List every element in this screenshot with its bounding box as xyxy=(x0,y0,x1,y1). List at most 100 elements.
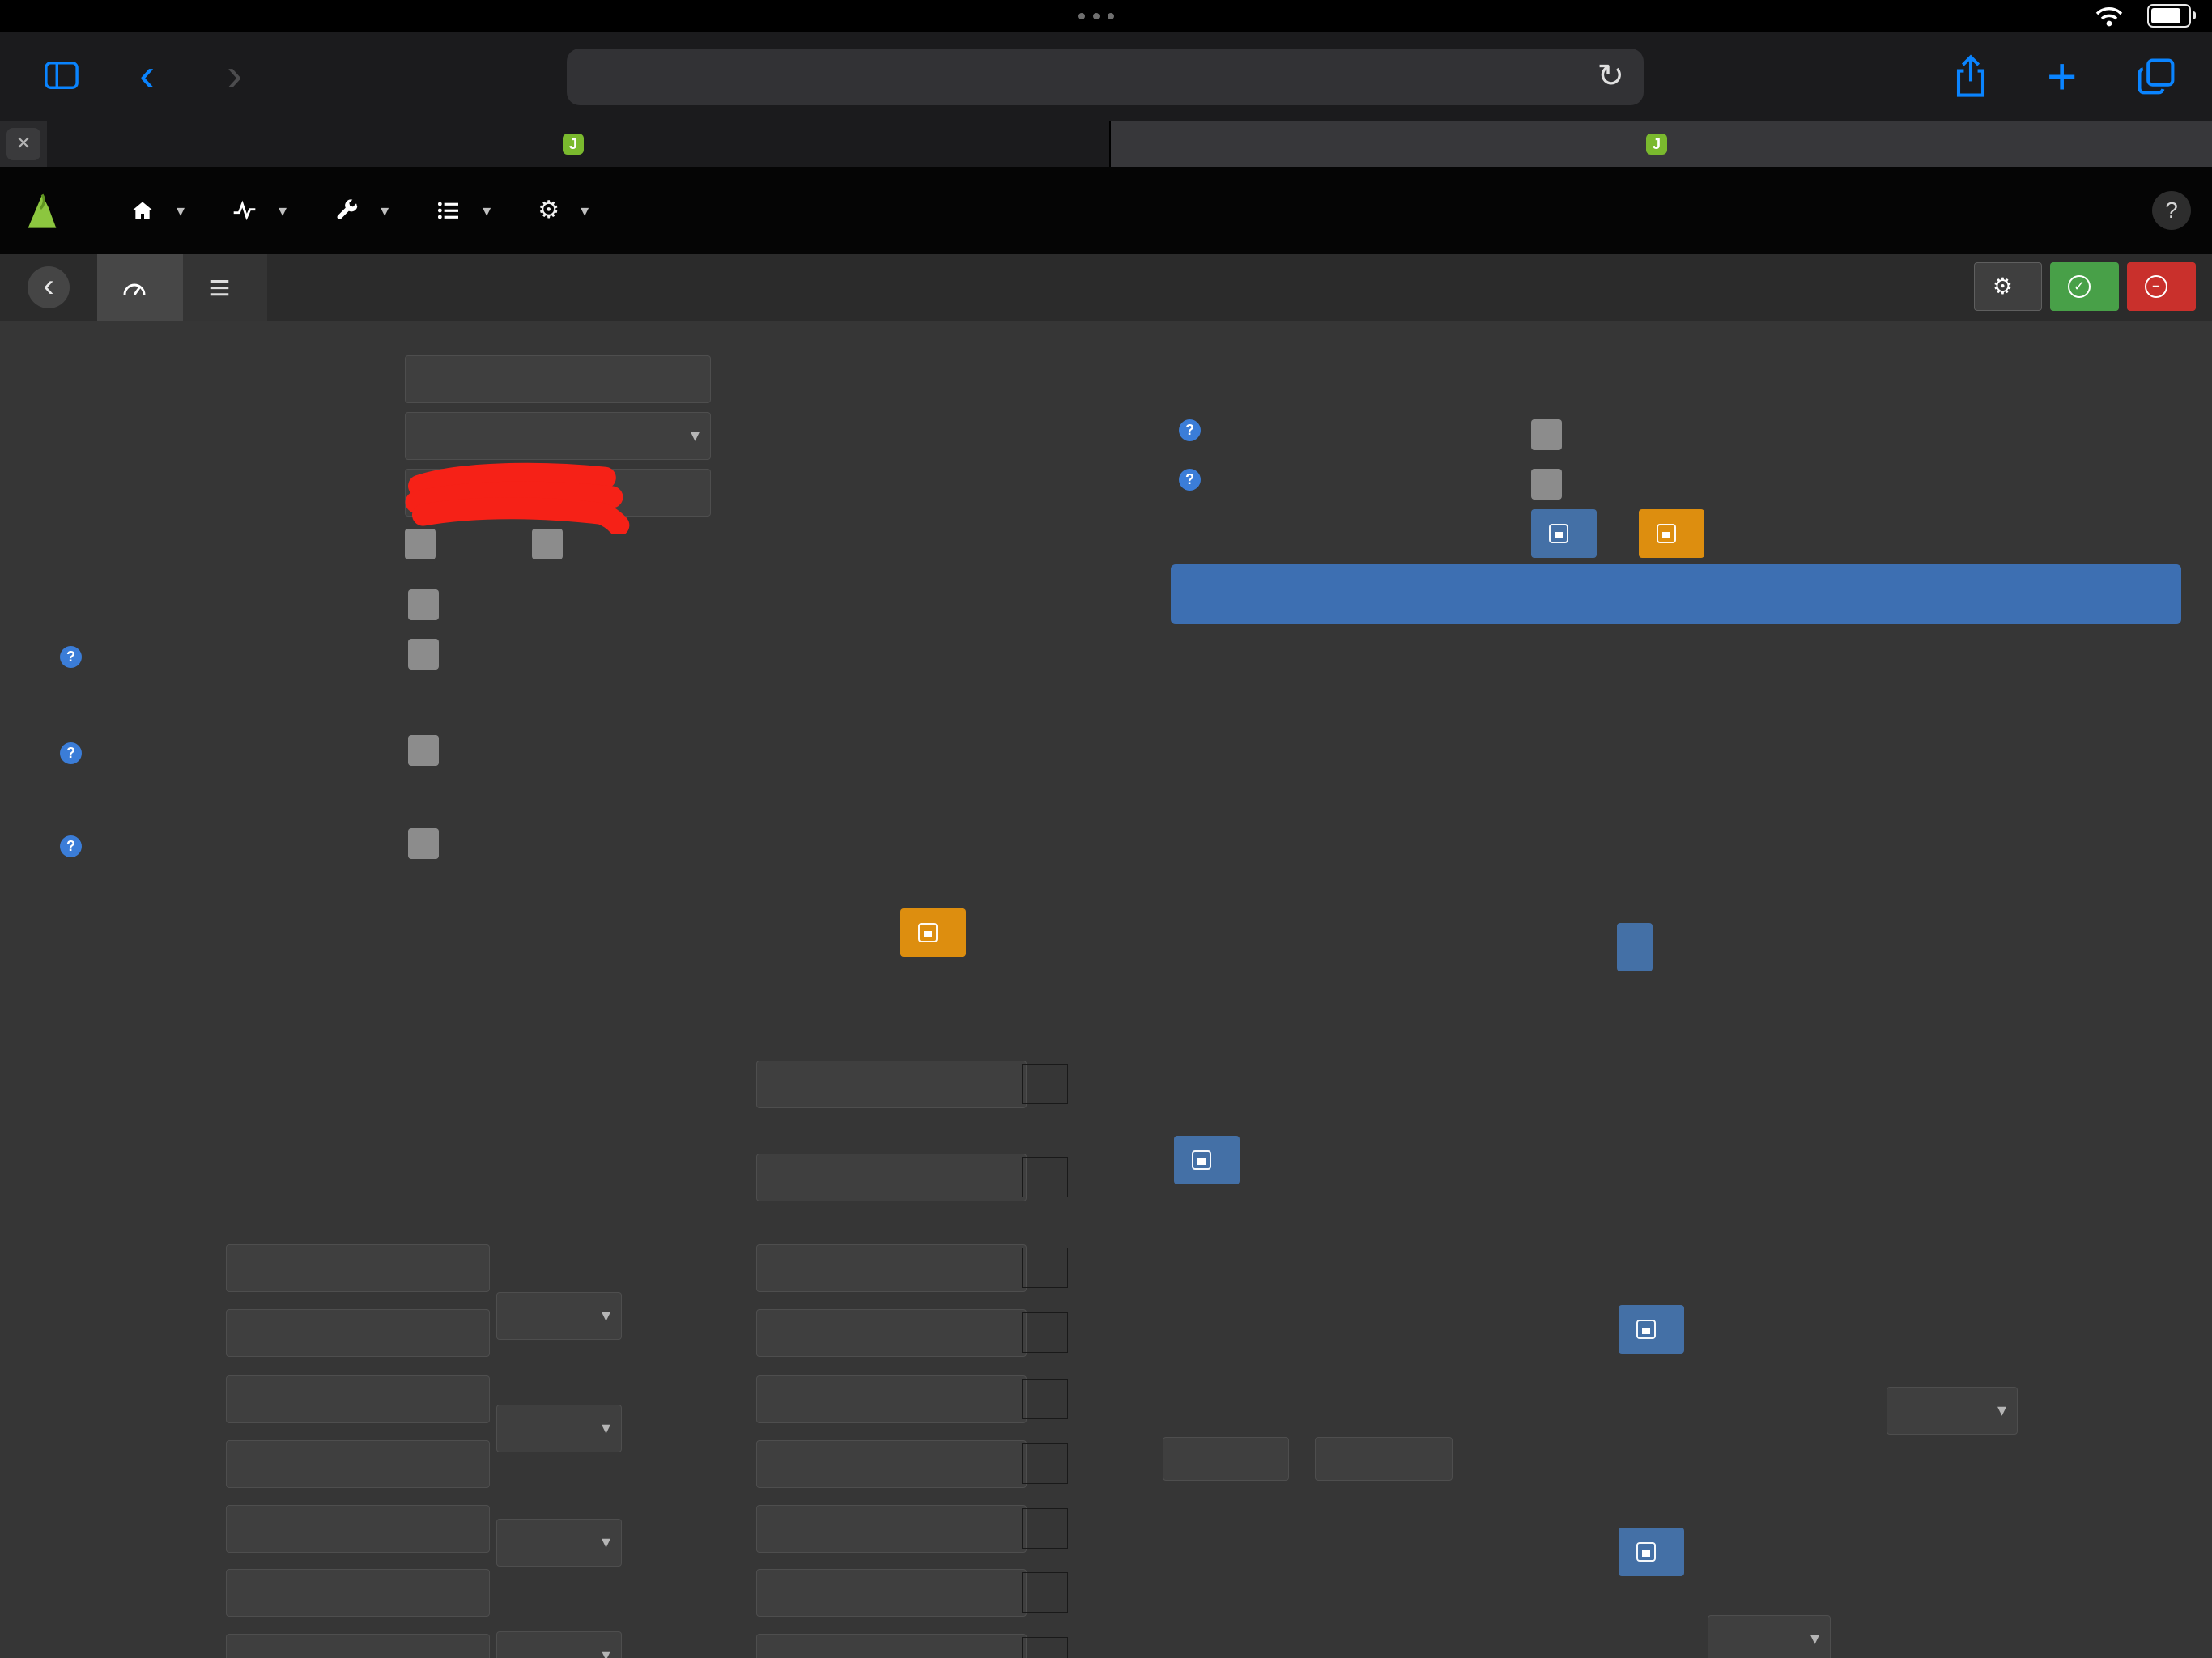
new-tab-button[interactable]: + xyxy=(2047,34,2077,118)
tarif-input[interactable] xyxy=(226,1244,490,1292)
color-swatch[interactable] xyxy=(1022,1064,1068,1104)
tab-commandes[interactable] xyxy=(183,254,267,321)
menu-outils[interactable]: ▾ xyxy=(334,198,389,223)
color-swatch[interactable] xyxy=(1022,1248,1068,1288)
chevron-down-icon: ▾ xyxy=(483,201,491,221)
chevron-down-icon: ▾ xyxy=(602,1520,610,1564)
maintenance-icon xyxy=(1657,524,1676,543)
help-icon[interactable]: ? xyxy=(2152,191,2191,230)
restore-index-select[interactable]: ▾ xyxy=(1708,1615,1831,1658)
tab-teleinfo[interactable]: J xyxy=(47,121,1111,167)
jeedom-logo[interactable] xyxy=(21,189,71,232)
template-checkbox[interactable] xyxy=(408,589,439,620)
delete-files-button[interactable] xyxy=(1174,1136,1240,1184)
prix-input[interactable] xyxy=(756,1309,1027,1357)
new-index-checkbox[interactable] xyxy=(408,828,439,859)
jeedom-logo-icon xyxy=(21,189,63,232)
champ-select[interactable]: ▾ xyxy=(496,1292,622,1340)
tarif-input[interactable] xyxy=(226,1505,490,1553)
ipad-screen: ‹ › ↻ + × J J xyxy=(0,0,2212,1658)
color-swatch[interactable] xyxy=(1022,1443,1068,1484)
help-icon[interactable]: ? xyxy=(60,646,82,668)
delete-button[interactable]: − xyxy=(2127,262,2196,311)
close-tab-icon[interactable]: × xyxy=(6,128,40,160)
tabs-overview-icon[interactable] xyxy=(2134,55,2180,99)
forward-button[interactable]: › xyxy=(227,32,242,118)
color-swatch[interactable] xyxy=(1022,1379,1068,1419)
menu-accueil[interactable]: ▾ xyxy=(130,198,185,223)
color-swatch[interactable] xyxy=(1022,1572,1068,1613)
prix-input[interactable] xyxy=(756,1154,1027,1201)
chevron-down-icon: ▾ xyxy=(177,201,185,221)
tarif-input[interactable] xyxy=(226,1634,490,1658)
parent-select[interactable]: ▾ xyxy=(405,412,711,460)
champ-select[interactable]: ▾ xyxy=(496,1519,622,1567)
sante-button[interactable] xyxy=(1531,509,1597,558)
champ-select[interactable]: ▾ xyxy=(496,1405,622,1452)
prix-input[interactable] xyxy=(756,1440,1027,1488)
color-swatch[interactable] xyxy=(1022,1637,1068,1658)
check-circle-icon: ✓ xyxy=(2068,275,2091,298)
copy-button[interactable] xyxy=(1619,1528,1684,1576)
battery-icon xyxy=(2147,4,2191,28)
abo-hc-hp-checkbox[interactable] xyxy=(408,735,439,766)
copy-icon xyxy=(1636,1542,1656,1562)
tarif-input[interactable] xyxy=(226,1309,490,1357)
save-history-button[interactable] xyxy=(1617,923,1653,971)
menu-analyse[interactable]: ▾ xyxy=(232,198,287,223)
color-swatch[interactable] xyxy=(1022,1157,1068,1197)
prix-input[interactable] xyxy=(756,1569,1027,1617)
status-left xyxy=(21,5,37,30)
save-button[interactable]: ✓ xyxy=(2050,262,2119,311)
tarif-input[interactable] xyxy=(226,1440,490,1488)
tab-equipement[interactable] xyxy=(97,254,183,321)
creation-commandes-checkbox[interactable] xyxy=(1531,419,1562,450)
prix-input[interactable] xyxy=(756,1061,1027,1108)
maintenance-auto-checkbox[interactable] xyxy=(1531,469,1562,500)
help-icon[interactable]: ? xyxy=(60,742,82,764)
prix-input[interactable] xyxy=(756,1244,1027,1292)
tarif-input[interactable] xyxy=(226,1569,490,1617)
jeedom-navbar: ▾ ▾ ▾ ▾ xyxy=(0,167,2212,254)
activer-checkbox[interactable] xyxy=(405,529,436,559)
share-icon[interactable] xyxy=(1950,52,1992,100)
conso-prod-checkbox[interactable] xyxy=(408,639,439,670)
date-from-input[interactable] xyxy=(1163,1437,1289,1481)
delete-files-select[interactable]: ▾ xyxy=(1887,1387,2018,1435)
advanced-config-button[interactable]: ⚙ xyxy=(1974,262,2042,311)
reload-icon[interactable]: ↻ xyxy=(1597,49,1624,104)
prix-input[interactable] xyxy=(756,1505,1027,1553)
name-input[interactable] xyxy=(405,355,711,403)
tab-bar: × J J xyxy=(0,121,2212,168)
raz-couleurs-button[interactable] xyxy=(900,908,966,957)
tarif-input[interactable] xyxy=(226,1375,490,1423)
prix-input[interactable] xyxy=(756,1375,1027,1423)
visible-checkbox[interactable] xyxy=(532,529,563,559)
champ-select[interactable]: ▾ xyxy=(496,1631,622,1658)
color-swatch[interactable] xyxy=(1022,1508,1068,1549)
date-to-input[interactable] xyxy=(1315,1437,1453,1481)
chevron-down-icon: ▾ xyxy=(1810,1616,1819,1658)
address-bar[interactable]: ↻ xyxy=(567,49,1644,105)
sidebar-icon[interactable] xyxy=(42,58,81,92)
help-icon[interactable]: ? xyxy=(1179,469,1201,491)
menu-plugins[interactable]: ▾ xyxy=(436,198,491,223)
help-icon[interactable]: ? xyxy=(1179,419,1201,441)
redaction-scribble xyxy=(404,459,632,539)
tab-community[interactable]: J xyxy=(1111,121,2212,167)
main-menu: ▾ ▾ ▾ ▾ xyxy=(130,198,589,223)
color-swatch[interactable] xyxy=(1022,1312,1068,1353)
chevron-down-icon: ▾ xyxy=(602,1632,610,1658)
restore-button[interactable] xyxy=(1619,1305,1684,1354)
chevron-down-icon: ▾ xyxy=(581,201,589,221)
return-button[interactable]: ‹ xyxy=(28,266,70,308)
jeedom-favicon: J xyxy=(1646,134,1667,155)
menu-reglages[interactable]: ⚙ ▾ xyxy=(538,198,589,223)
back-button[interactable]: ‹ xyxy=(139,32,155,118)
maintenance-button[interactable] xyxy=(1639,509,1704,558)
chevron-down-icon: ▾ xyxy=(602,1405,610,1450)
prix-input[interactable] xyxy=(756,1634,1027,1658)
help-icon[interactable]: ? xyxy=(60,835,82,857)
equipment-tabs xyxy=(97,254,267,321)
raz-icon xyxy=(918,923,938,942)
